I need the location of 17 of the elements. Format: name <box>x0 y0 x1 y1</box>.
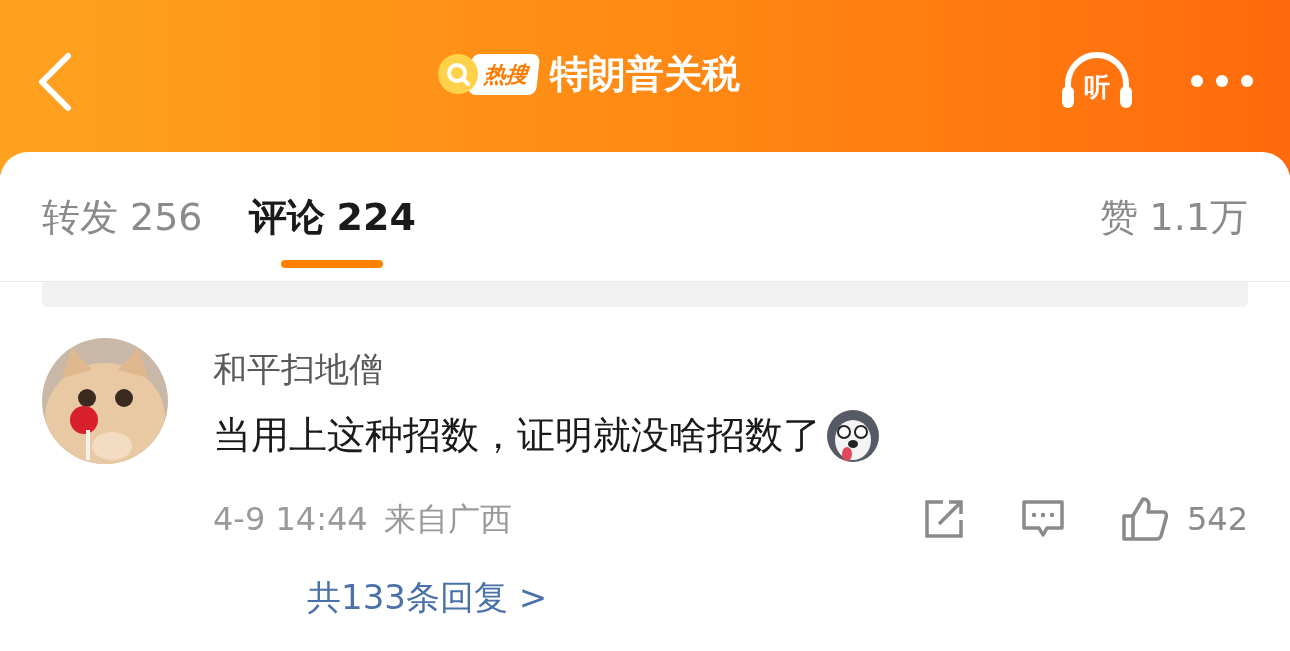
tab[interactable]: 转发 256 <box>42 189 203 244</box>
more-icon[interactable] <box>1190 74 1254 88</box>
comment-icon[interactable] <box>1020 499 1065 539</box>
comment-text: 当用上这种招数，证明就没啥招数了 <box>213 412 821 460</box>
share-icon[interactable] <box>922 498 965 540</box>
comment-location: 来自广西 <box>383 503 512 535</box>
comment-time: 4-9 14:44 <box>213 503 368 535</box>
search-icon <box>436 52 480 96</box>
like-icon[interactable] <box>1120 496 1169 542</box>
dog-face-icon <box>825 408 881 464</box>
tab[interactable]: 评论 224 <box>248 189 416 244</box>
replies-link[interactable]: 共133条回复 > <box>307 577 548 617</box>
page-title: 特朗普关税 <box>550 55 740 93</box>
like-count: 542 <box>1186 503 1248 535</box>
author-name[interactable]: 和平扫地僧 <box>213 352 1248 386</box>
tab[interactable]: 赞 1.1万 <box>1099 189 1248 244</box>
listen-button[interactable]: 听 <box>1060 52 1134 110</box>
